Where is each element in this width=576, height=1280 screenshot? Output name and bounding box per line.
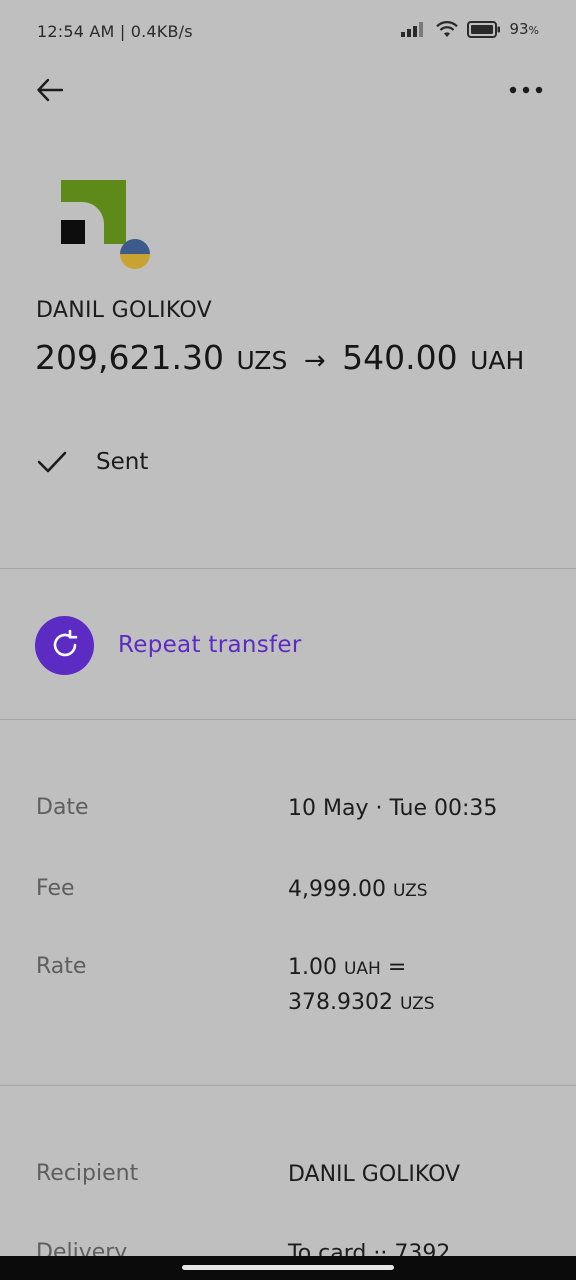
more-horizontal-icon	[509, 86, 543, 94]
fee-value: 4,999.00 UZS	[288, 877, 428, 902]
refresh-icon	[53, 629, 77, 657]
status-icons: 93%	[401, 20, 539, 38]
rate-label: Rate	[36, 954, 87, 979]
transfer-details-screen: 12:54 AM | 0.4KB/s 93% DANIL GOLIKOV 209…	[0, 0, 576, 1280]
home-gesture-handle[interactable]	[182, 1265, 394, 1270]
transfer-status: Sent	[36, 446, 148, 478]
rate-value: 1.00 UAH = 378.9302 UZS	[288, 955, 435, 1015]
currency-to: UAH	[470, 346, 525, 375]
amount-to: 540.00	[342, 338, 458, 377]
recipient-name: DANIL GOLIKOV	[36, 298, 213, 323]
repeat-transfer-label: Repeat transfer	[118, 632, 302, 658]
status-label: Sent	[96, 449, 149, 475]
arrow-left-icon	[37, 78, 64, 102]
divider	[0, 719, 576, 720]
system-navigation-bar	[0, 1256, 576, 1280]
transfer-amount: 209,621.30 UZS → 540.00 UAH	[35, 338, 524, 377]
bank-logo	[61, 180, 150, 269]
divider	[0, 568, 576, 569]
divider	[0, 1085, 576, 1086]
wifi-icon	[436, 20, 459, 37]
amount-from: 209,621.30	[35, 338, 224, 377]
battery-percentage: 93%	[509, 20, 539, 38]
date-label: Date	[36, 795, 89, 820]
recipient-label: Recipient	[36, 1161, 139, 1186]
fee-label: Fee	[36, 876, 75, 901]
recipient-value: DANIL GOLIKOV	[288, 1162, 461, 1187]
arrow-right-icon: →	[303, 346, 326, 376]
more-options-button[interactable]	[506, 74, 546, 106]
back-button[interactable]	[30, 72, 70, 108]
date-value: 10 May · Tue 00:35	[288, 796, 498, 821]
signal-icon	[401, 22, 424, 37]
battery-icon	[467, 20, 501, 38]
currency-from: UZS	[236, 346, 288, 375]
repeat-transfer-button[interactable]: Repeat transfer	[35, 615, 302, 675]
check-icon	[37, 451, 67, 473]
repeat-icon-circle	[35, 615, 94, 675]
ukraine-flag-icon	[120, 239, 150, 269]
status-bar: 12:54 AM | 0.4KB/s 93%	[0, 0, 576, 64]
status-time: 12:54 AM | 0.4KB/s	[37, 22, 193, 41]
